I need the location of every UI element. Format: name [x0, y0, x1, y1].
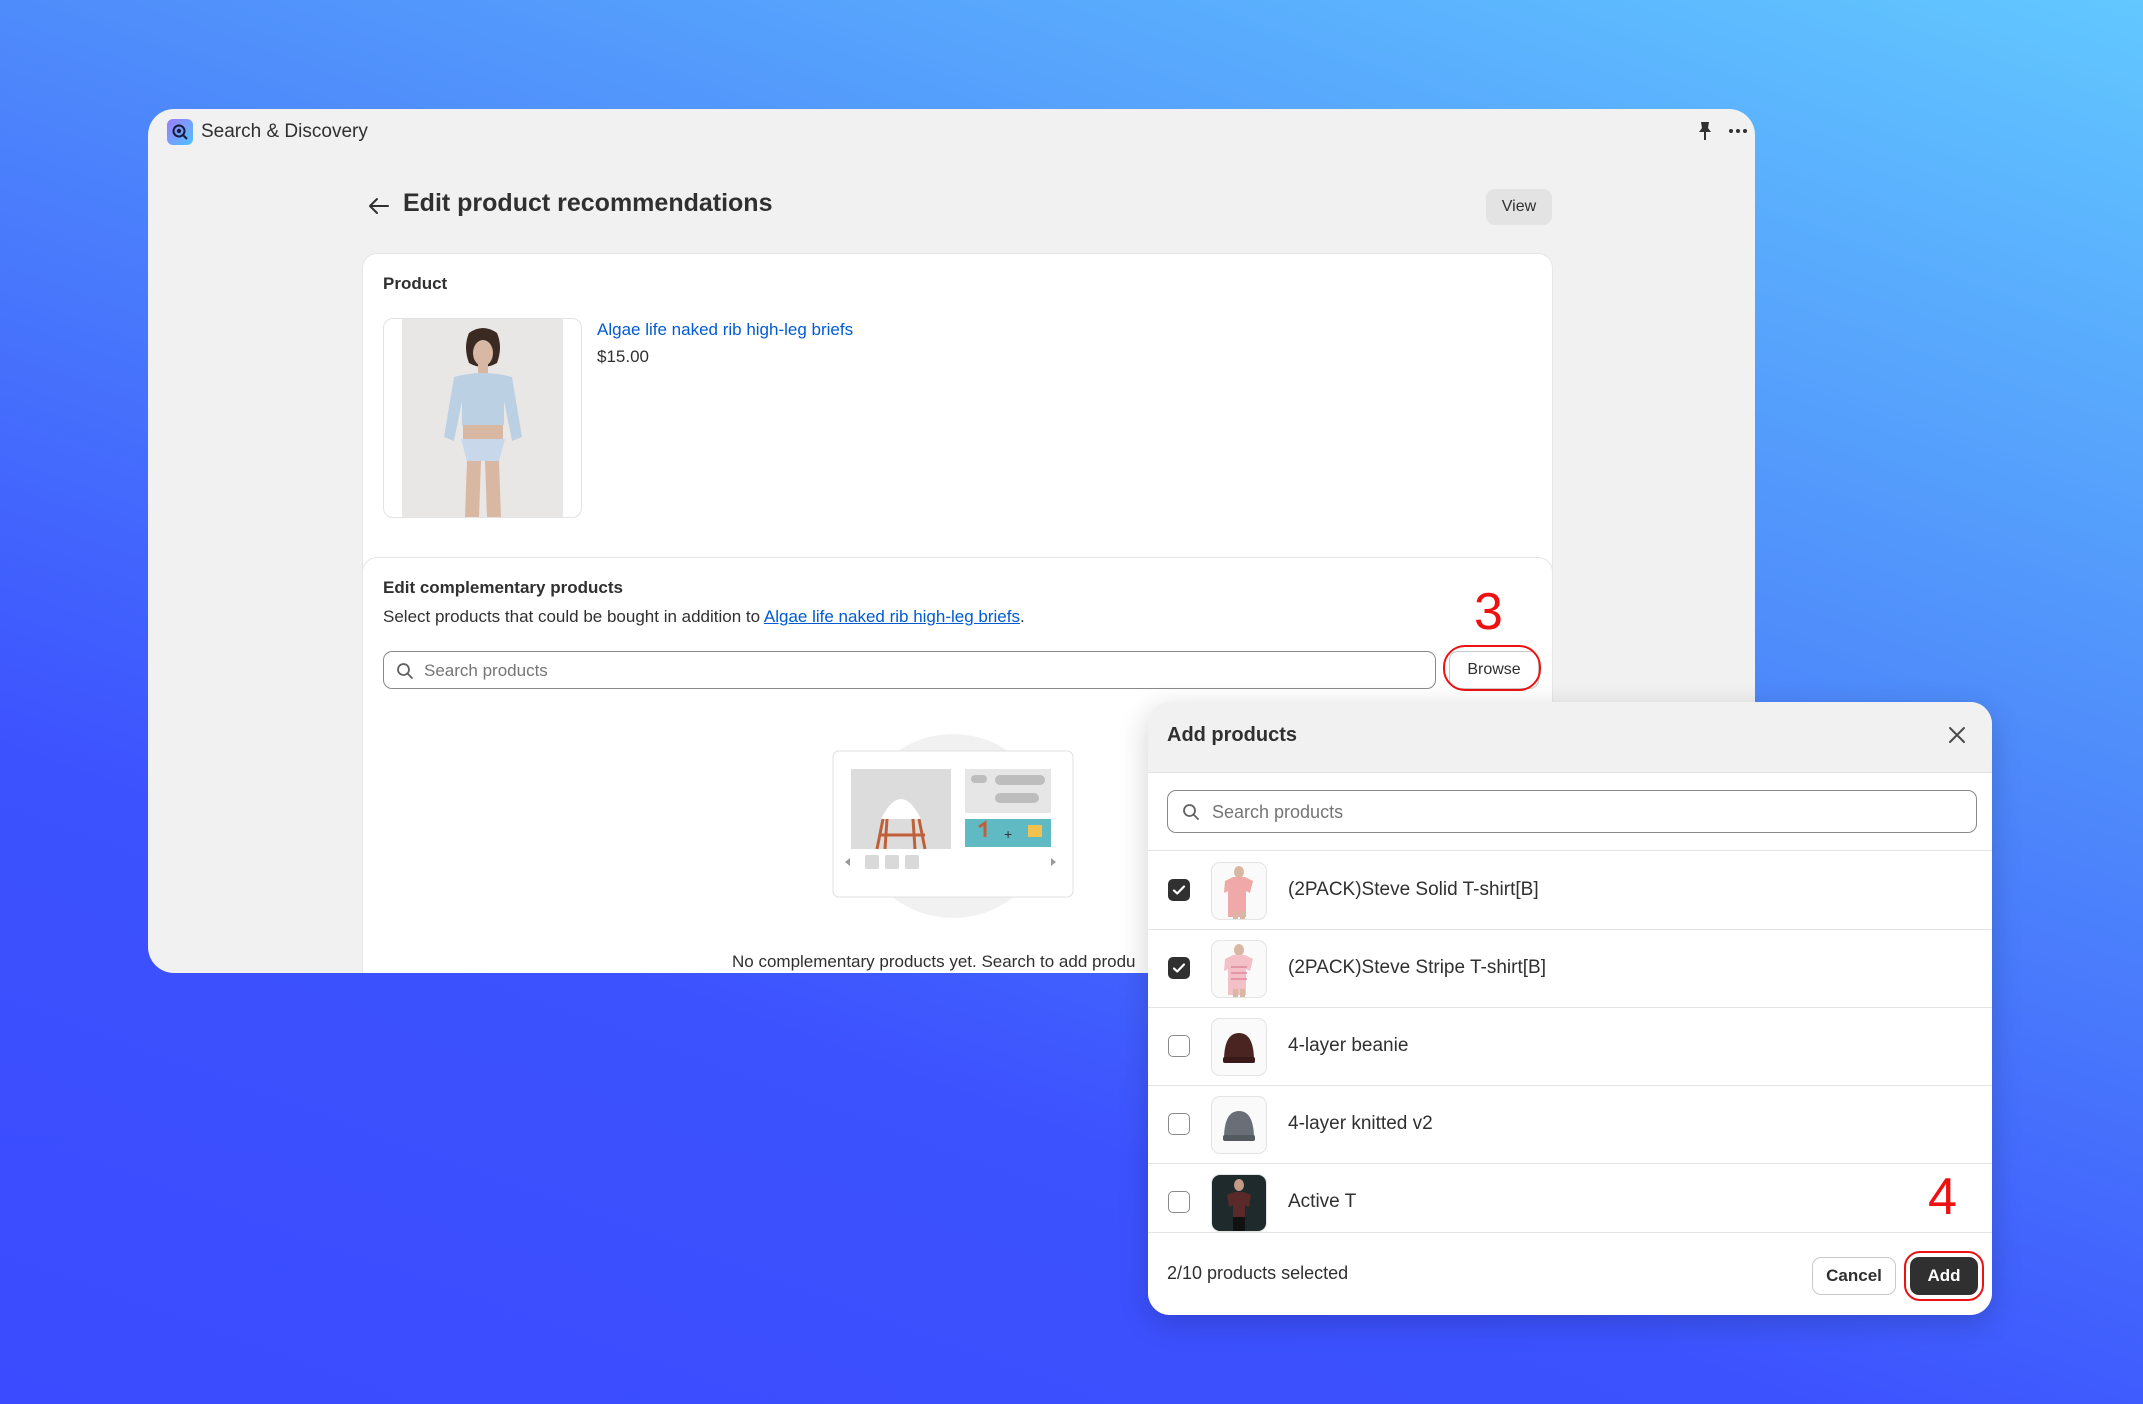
complementary-search-input[interactable] [422, 652, 1406, 690]
list-item[interactable]: Active T [1148, 1163, 1992, 1233]
item-label: (2PACK)Steve Solid T-shirt[B] [1288, 879, 1539, 900]
modal-header: Add products [1148, 702, 1992, 773]
item-label: 4-layer beanie [1288, 1035, 1409, 1056]
grey-beanie-thumbnail [1211, 1096, 1267, 1154]
more-options-icon[interactable] [1728, 121, 1748, 146]
product-price: $15.00 [597, 347, 649, 366]
list-item[interactable]: (2PACK)Steve Stripe T-shirt[B] [1148, 929, 1992, 1008]
item-checkbox[interactable] [1168, 1035, 1190, 1057]
search-icon [396, 662, 414, 685]
add-button[interactable]: Add [1910, 1257, 1978, 1295]
app-titlebar: Search & Discovery [148, 109, 1755, 155]
brown-beanie-thumbnail [1211, 1018, 1267, 1076]
empty-state-text: No complementary products yet. Search to… [732, 952, 1136, 971]
complementary-search-field[interactable] [383, 651, 1436, 690]
description-prefix: Select products that could be bought in … [383, 607, 764, 626]
selected-count: 2/10 products selected [1167, 1263, 1349, 1283]
description-suffix: . [1020, 607, 1025, 626]
page-title: Edit product recommendations [403, 189, 773, 217]
close-icon[interactable] [1948, 726, 1966, 749]
pink-tshirt-thumbnail [1211, 862, 1267, 920]
svg-text:+: + [1004, 826, 1012, 842]
back-arrow-icon[interactable] [368, 197, 390, 220]
search-discovery-app-icon [167, 119, 193, 145]
item-label: Active T [1288, 1191, 1357, 1212]
product-card-heading: Product [383, 274, 448, 293]
complementary-description: Select products that could be bought in … [383, 607, 1025, 627]
view-button[interactable]: View [1486, 189, 1552, 225]
description-product-link[interactable]: Algae life naked rib high-leg briefs [764, 607, 1020, 626]
annotation-step-3: 3 [1474, 583, 1503, 641]
active-tshirt-thumbnail [1211, 1174, 1267, 1232]
product-name-link[interactable]: Algae life naked rib high-leg briefs [597, 320, 853, 340]
product-list: (2PACK)Steve Solid T-shirt[B] (2PACK)Ste… [1148, 850, 1992, 1233]
annotation-step-4: 4 [1928, 1168, 1957, 1226]
list-item[interactable]: 4-layer beanie [1148, 1007, 1992, 1086]
add-products-modal: Add products (2PACK)Steve Solid T-shirt[… [1148, 702, 1992, 1315]
browse-button[interactable]: Browse [1449, 651, 1539, 689]
list-item[interactable]: 4-layer knitted v2 [1148, 1085, 1992, 1164]
cancel-button[interactable]: Cancel [1812, 1257, 1896, 1295]
item-label: (2PACK)Steve Stripe T-shirt[B] [1288, 957, 1546, 978]
item-checkbox[interactable] [1168, 1191, 1190, 1213]
list-item[interactable]: (2PACK)Steve Solid T-shirt[B] [1148, 851, 1992, 930]
complementary-heading: Edit complementary products [383, 578, 623, 597]
striped-tshirt-thumbnail [1211, 940, 1267, 998]
modal-footer: 2/10 products selected Cancel Add [1148, 1232, 1992, 1315]
search-icon [1182, 803, 1200, 826]
modal-title: Add products [1167, 724, 1297, 746]
item-checkbox[interactable] [1168, 1113, 1190, 1135]
item-label: 4-layer knitted v2 [1288, 1113, 1433, 1134]
app-name: Search & Discovery [201, 121, 368, 142]
empty-state-illustration: + [823, 731, 1083, 926]
modal-search-field[interactable] [1167, 790, 1977, 833]
product-image [383, 318, 582, 518]
item-checkbox[interactable] [1168, 957, 1190, 979]
item-checkbox[interactable] [1168, 879, 1190, 901]
pin-icon[interactable] [1696, 121, 1714, 146]
modal-search-input[interactable] [1210, 791, 1954, 833]
